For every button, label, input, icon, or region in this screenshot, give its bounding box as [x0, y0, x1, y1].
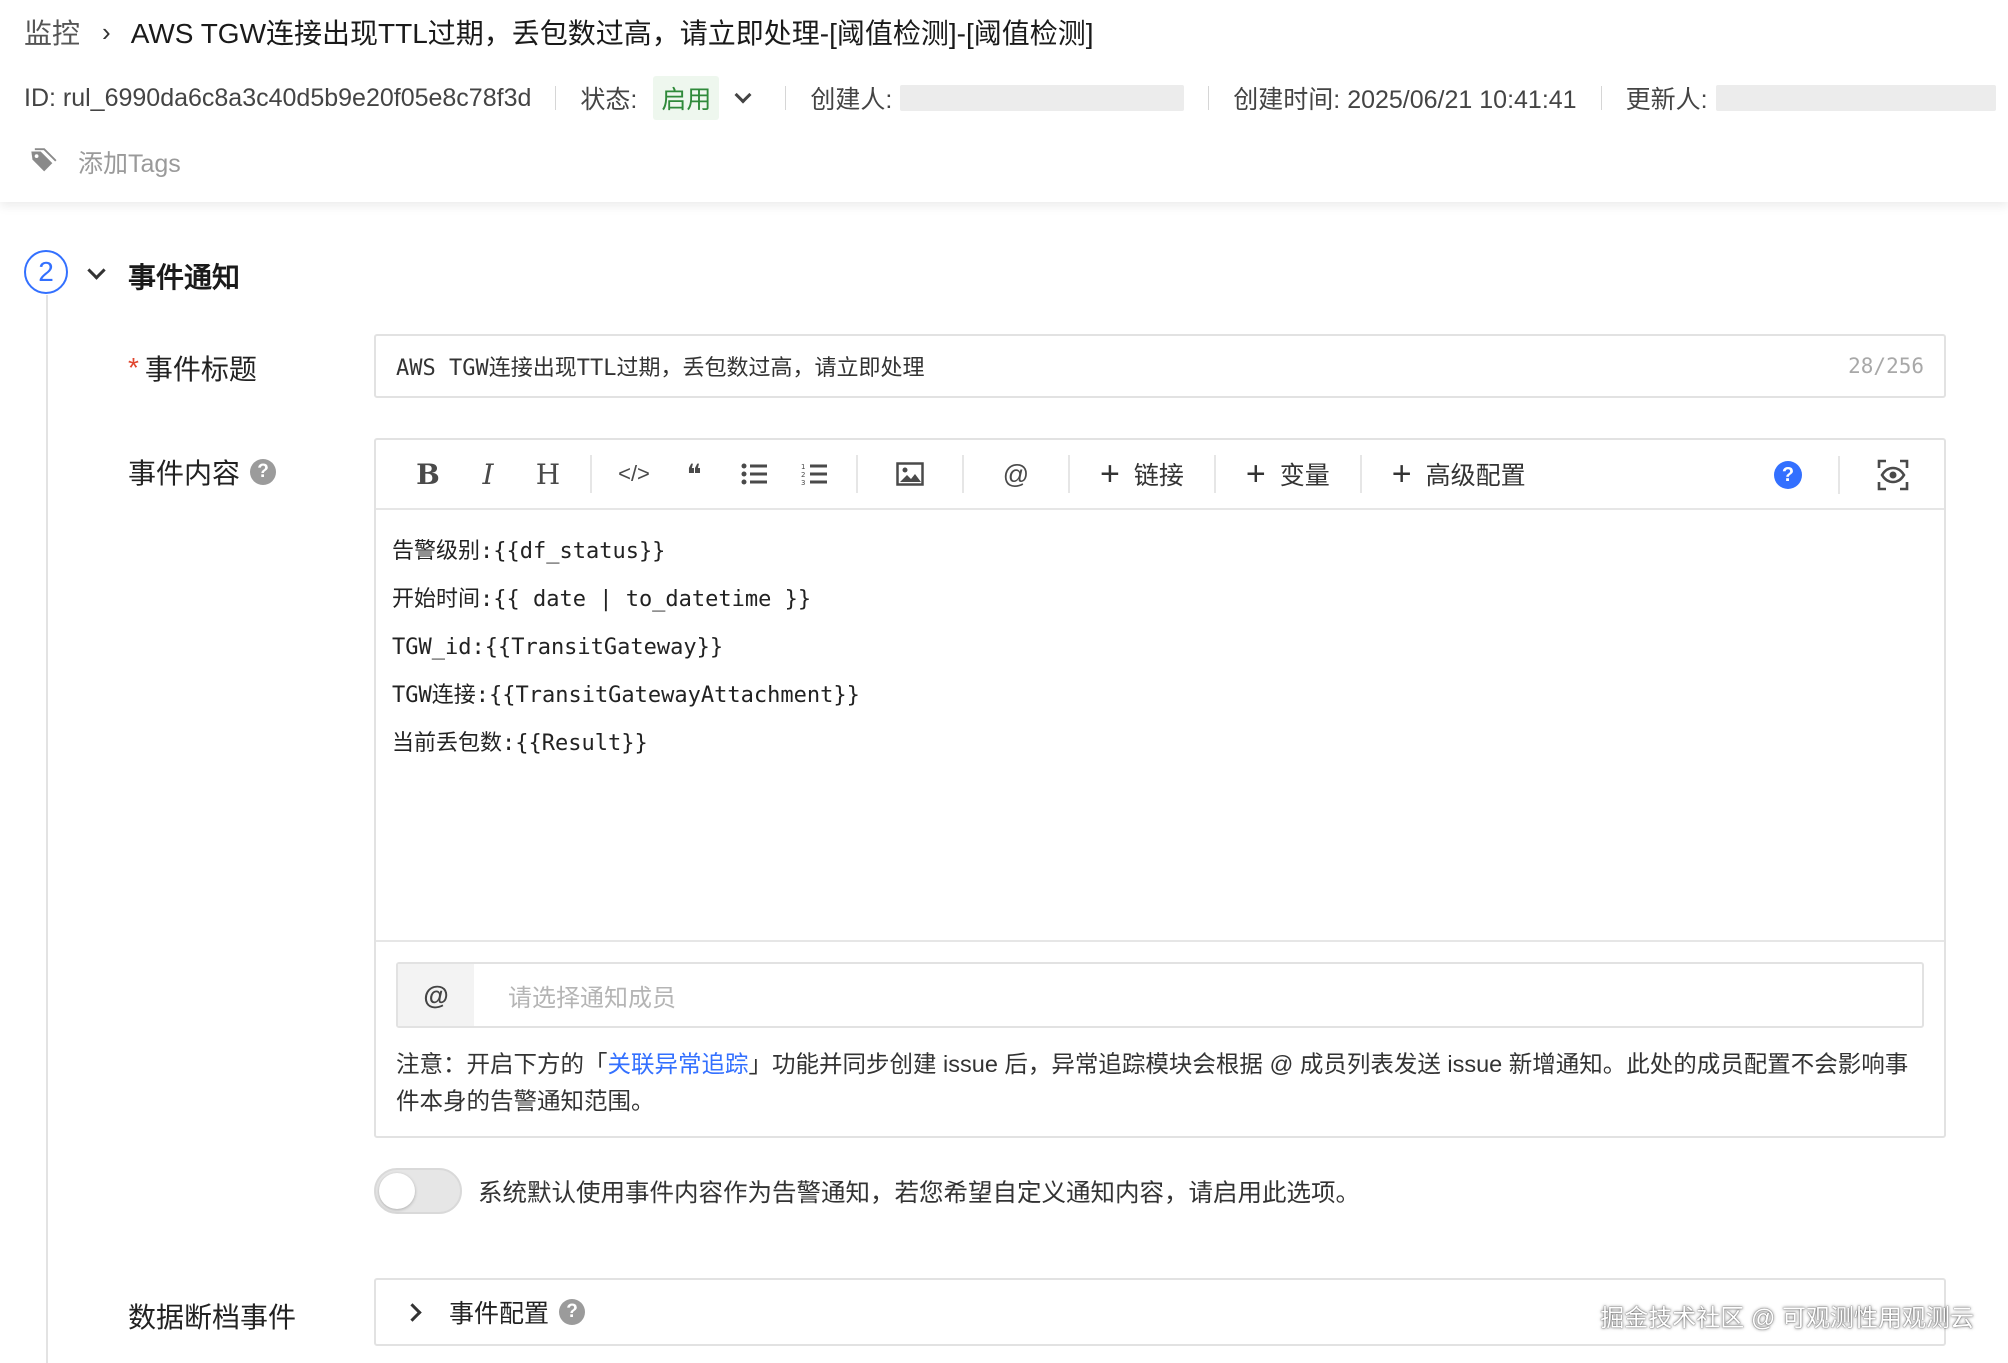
bullet-list-icon: [741, 463, 767, 485]
content-line: 告警级别:{{df_status}}: [392, 539, 666, 564]
note-text: 注意：开启下方的「: [396, 1051, 608, 1077]
event-title-label-text: 事件标题: [144, 354, 257, 385]
watermark: 掘金技术社区 @ 可观测性用观测云: [1600, 1305, 1974, 1332]
toolbar-divider: [1068, 455, 1070, 493]
breadcrumb-monitor-link[interactable]: 监控: [24, 12, 80, 52]
toolbar-divider: [856, 455, 858, 493]
svg-text:1: 1: [801, 463, 805, 471]
creator-redacted: [900, 85, 1185, 111]
rich-text-editor: B I H </> ❝ 1 2 3 @ + 链接 + 变量 + 高级配置 ? 告…: [374, 438, 1946, 1138]
plus-icon: +: [1245, 455, 1266, 493]
meta-divider: [1600, 86, 1602, 110]
content-line: TGW_id:{{TransitGateway}}: [392, 635, 724, 660]
event-title-input[interactable]: AWS TGW连接出现TTL过期，丢包数过高，请立即处理 28/256: [374, 334, 1946, 398]
bullet-list-button[interactable]: [724, 449, 784, 499]
help-icon[interactable]: ?: [250, 459, 277, 485]
page-title: AWS TGW连接出现TTL过期，丢包数过高，请立即处理-[阈值检测]-[阈值检…: [130, 18, 1094, 49]
event-title-label: * 事件标题: [128, 348, 257, 388]
rule-meta: ID: rul_6990da6c8a3c40d5b9e20f05e8c78f3d…: [24, 76, 1996, 120]
data-gap-label: 数据断档事件: [128, 1296, 296, 1336]
preview-eye-icon[interactable]: [1876, 458, 1910, 492]
status-label: 状态:: [580, 86, 638, 114]
status-dropdown-chevron-icon[interactable]: [734, 86, 752, 104]
at-icon: @: [398, 964, 474, 1026]
mention-section: @ 请选择通知成员 注意：开启下方的「关联异常追踪」功能并同步创建 issue …: [376, 940, 1944, 1136]
ordered-list-icon: 1 2 3: [801, 463, 827, 486]
toolbar-divider: [590, 455, 592, 493]
image-icon: [896, 462, 924, 486]
meta-divider: [785, 86, 787, 110]
step-number: 2: [24, 250, 68, 294]
editor-help-icon[interactable]: ?: [1774, 461, 1802, 489]
tag-icon: [31, 148, 57, 172]
toolbar-divider: [962, 455, 964, 493]
mention-button[interactable]: @: [976, 449, 1056, 499]
notify-members-placeholder: 请选择通知成员: [508, 984, 676, 1012]
rule-id: ID: rul_6990da6c8a3c40d5b9e20f05e8c78f3d: [24, 83, 532, 112]
insert-link-button[interactable]: + 链接: [1082, 456, 1202, 492]
meta-divider: [1208, 86, 1210, 110]
advanced-config-button[interactable]: + 高级配置: [1374, 456, 1544, 492]
add-tags-button[interactable]: 添加Tags: [28, 144, 181, 180]
insert-link-label: 链接: [1133, 462, 1184, 490]
section-title[interactable]: 事件通知: [128, 256, 240, 296]
custom-notify-label: 系统默认使用事件内容作为告警通知，若您希望自定义通知内容，请启用此选项。: [478, 1180, 1360, 1207]
updater-label: 更新人:: [1625, 86, 1708, 114]
add-tags-label: 添加Tags: [78, 150, 181, 178]
advanced-config-label: 高级配置: [1425, 462, 1526, 490]
plus-icon: +: [1391, 455, 1412, 493]
notify-members-select[interactable]: @ 请选择通知成员: [396, 962, 1924, 1028]
insert-variable-button[interactable]: + 变量: [1228, 456, 1348, 492]
content-line: 开始时间:{{ date | to_datetime }}: [392, 587, 812, 612]
breadcrumb: 监控 › AWS TGW连接出现TTL过期，丢包数过高，请立即处理-[阈值检测]…: [24, 12, 1094, 52]
bold-button[interactable]: B: [398, 449, 458, 499]
code-button[interactable]: </>: [604, 449, 664, 499]
image-button[interactable]: [870, 449, 950, 499]
chevron-right-icon: [403, 1302, 422, 1322]
content-line: TGW连接:{{TransitGatewayAttachment}}: [392, 683, 860, 708]
toolbar-divider: [1359, 455, 1362, 493]
mention-note: 注意：开启下方的「关联异常追踪」功能并同步创建 issue 后，异常追踪模块会根…: [396, 1046, 1928, 1120]
meta-divider: [555, 86, 557, 110]
content-line: 当前丢包数:{{Result}}: [392, 731, 648, 756]
toolbar-divider: [1213, 455, 1216, 493]
page-header: 监控 › AWS TGW连接出现TTL过期，丢包数过高，请立即处理-[阈值检测]…: [0, 0, 2008, 202]
ordered-list-button[interactable]: 1 2 3: [784, 449, 844, 499]
creator-label: 创建人:: [810, 86, 893, 114]
custom-notify-toggle[interactable]: [374, 1168, 462, 1214]
collapse-chevron-icon[interactable]: [87, 261, 106, 280]
char-count: 28/256: [1848, 354, 1924, 378]
toolbar-divider: [1838, 456, 1840, 494]
svg-text:2: 2: [801, 471, 805, 479]
help-icon[interactable]: ?: [559, 1299, 586, 1325]
updater-redacted: [1715, 85, 1996, 111]
status-badge: 启用: [653, 76, 720, 120]
italic-button[interactable]: I: [458, 449, 518, 499]
section-timeline-line: [46, 295, 48, 1363]
plus-icon: +: [1100, 455, 1120, 493]
quote-button[interactable]: ❝: [664, 449, 724, 499]
editor-content[interactable]: 告警级别:{{df_status}} 开始时间:{{ date | to_dat…: [376, 510, 1944, 786]
required-mark: *: [128, 352, 139, 383]
event-content-label: 事件内容 ?: [128, 452, 277, 492]
event-content-label-text: 事件内容: [128, 458, 241, 489]
editor-toolbar: B I H </> ❝ 1 2 3 @ + 链接 + 变量 + 高级配置 ?: [376, 440, 1944, 510]
event-title-value: AWS TGW连接出现TTL过期，丢包数过高，请立即处理: [396, 356, 925, 381]
issue-tracking-link[interactable]: 关联异常追踪: [608, 1051, 749, 1077]
heading-button[interactable]: H: [518, 449, 578, 499]
event-config-label: 事件配置: [449, 1300, 550, 1328]
chevron-right-icon: ›: [102, 16, 111, 47]
created-time: 创建时间: 2025/06/21 10:41:41: [1233, 86, 1577, 114]
insert-variable-label: 变量: [1279, 462, 1330, 490]
data-gap-label-text: 数据断档事件: [128, 1302, 297, 1333]
toggle-knob: [379, 1173, 415, 1209]
svg-text:3: 3: [801, 479, 805, 486]
